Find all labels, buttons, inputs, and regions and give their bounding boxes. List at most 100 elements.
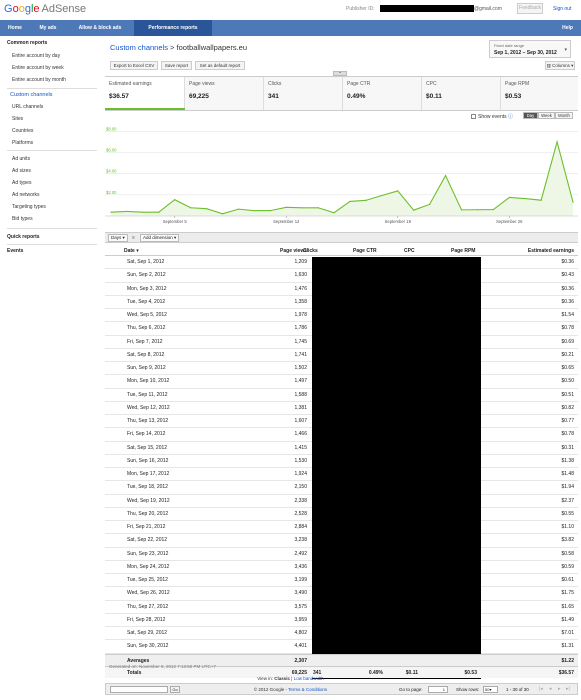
metric-value: 0.49% [347,93,366,100]
cell-estimated-earnings: $2.37 [561,497,574,504]
tab-performance-reports[interactable]: Performance reports [134,20,212,36]
breadcrumb-current: footballwallpapers.eu [176,43,247,52]
cell-page-views: 3,238 [294,537,307,544]
sidebar-item-sites[interactable]: Sites [12,116,23,122]
data-point [397,190,399,192]
sidebar-item-ad-types[interactable]: Ad types [12,180,31,186]
column-header-page-ctr[interactable]: Page CTR [353,248,377,254]
days-dropdown[interactable]: Days ▾ [108,234,128,242]
date-range-picker[interactable]: Fixed date range Sep 1, 2012 – Sep 30, 2… [489,40,571,58]
sidebar-item-platforms[interactable]: Platforms [12,140,33,146]
tab-allow-block-ads[interactable]: Allow & block ads [66,20,134,36]
x-tick-label: September 19 [385,219,412,224]
earnings-area [111,141,573,216]
sidebar-item-ad-units[interactable]: Ad units [12,156,30,162]
cell-estimated-earnings: $1.94 [561,484,574,491]
redacted-publisher-id [380,5,474,12]
cell-estimated-earnings: $0.36 [561,259,574,265]
cell-date: Sat, Sep 1, 2012 [127,259,165,265]
cell-estimated-earnings: $0.78 [561,431,574,438]
data-point [205,208,208,210]
cell-date: Sat, Sep 22, 2012 [127,537,168,544]
sidebar-item-bid-types[interactable]: Bid types [12,216,33,222]
metric-estimated-earnings[interactable]: Estimated earnings $36.57 [105,77,185,110]
sidebar-item-targeting-types[interactable]: Targeting types [12,204,46,210]
filter-icon[interactable]: ≡ [132,235,135,241]
show-events-toggle[interactable]: Show events ⓘ [471,113,513,120]
set-default-report-button[interactable]: Set as default report [195,61,245,70]
sidebar-divider [7,244,97,245]
cell-estimated-earnings: $0.21 [561,351,574,358]
sidebar-item-ad-sizes[interactable]: Ad sizes [12,168,31,174]
column-header-cpc[interactable]: CPC [404,248,415,254]
sidebar-item-by-day[interactable]: Entire account by day [12,53,60,59]
cell-page-views: 4,802 [294,630,307,636]
data-point [317,207,319,209]
cell-page-views: 2,884 [294,524,307,530]
date-range-label: Fixed date range [494,43,525,48]
sidebar-item-url-channels[interactable]: URL channels [12,104,43,110]
metric-value: $0.53 [505,93,522,100]
data-point [174,199,176,201]
cell-page-views: 1,924 [294,471,307,477]
metric-value: $0.11 [426,93,442,100]
sidebar-item-by-week[interactable]: Entire account by week [12,65,64,71]
table-header: Date ▾ Page views Clicks Page CTR CPC Pa… [105,245,578,256]
sidebar-item-by-month[interactable]: Entire account by month [12,77,66,83]
sidebar-heading-quick-reports[interactable]: Quick reports [7,234,40,240]
metric-page-ctr[interactable]: Page CTR 0.49% [343,77,422,110]
help-icon[interactable]: ⓘ [508,114,513,120]
y-tick-label: $6.00 [106,148,117,153]
cell-estimated-earnings: $1.10 [561,524,574,530]
copyright-text: © 2012 Google - [253,687,287,692]
feedback-button[interactable]: Feedback [517,3,543,14]
column-header-page-rpm[interactable]: Page RPM [451,248,475,254]
y-tick-label: $8.00 [106,126,117,131]
sign-out-link[interactable]: Sign out [553,6,571,12]
help-link[interactable]: Help [562,20,573,36]
metric-page-rpm[interactable]: Page RPM $0.53 [501,77,578,110]
metric-clicks[interactable]: Clicks 341 [264,77,343,110]
logo-letter: e [33,3,40,15]
column-header-date[interactable]: Date ▾ [124,248,139,254]
column-header-estimated-earnings[interactable]: Estimated earnings [485,248,574,254]
range-month-button[interactable]: Month [555,112,573,119]
low-bandwidth-link[interactable]: Low bandwidth [294,676,324,681]
sidebar-item-ad-networks[interactable]: Ad networks [12,192,40,198]
cell-date: Tue, Sep 18, 2012 [127,484,168,491]
save-report-button[interactable]: Save report [161,61,192,70]
sidebar-heading-events[interactable]: Events [7,248,23,254]
range-day-button[interactable]: Day [523,112,538,119]
breadcrumb-custom-channels[interactable]: Custom channels [110,43,168,52]
terms-link[interactable]: Terms & Conditions [288,687,327,692]
metric-value: $36.57 [109,93,129,100]
sort-desc-icon: ▾ [136,248,139,254]
top-bar: Google AdSense Publisher ID: @gmail.com F… [0,0,581,20]
sidebar-divider [7,150,97,151]
tab-my-ads[interactable]: My ads [30,20,66,36]
data-point [269,210,271,212]
metric-page-views[interactable]: Page views 69,225 [185,77,264,110]
cell-estimated-earnings: $3.82 [561,537,574,544]
column-header-page-views[interactable]: Page views [245,248,307,254]
range-week-button[interactable]: Week [538,112,555,119]
data-point [524,197,526,200]
columns-button[interactable]: ▥ Columns ▾ [545,61,575,70]
sidebar-heading-common-reports[interactable]: Common reports [7,40,47,46]
cell-estimated-earnings: $1.31 [561,643,574,650]
days-label: Days [111,235,122,240]
sidebar-item-countries[interactable]: Countries [12,128,33,134]
tab-home[interactable]: Home [0,20,30,36]
data-point [301,207,303,209]
add-dimension-dropdown[interactable]: Add dimension ▾ [140,234,180,242]
metric-cpc[interactable]: CPC $0.11 [422,77,501,110]
logo-letter: G [4,3,13,15]
export-csv-button[interactable]: Export to Excel CSV [110,61,158,70]
cell-estimated-earnings: $1.49 [561,616,574,623]
column-header-clicks[interactable]: Clicks [303,248,318,254]
sidebar-item-custom-channels[interactable]: Custom channels [10,92,53,98]
cell-date: Thu, Sep 20, 2012 [127,510,169,517]
cell-estimated-earnings: $0.77 [561,418,574,424]
metrics-strip: Estimated earnings $36.57 Page views 69,… [105,76,578,111]
adsense-logo[interactable]: Google AdSense [4,3,86,15]
